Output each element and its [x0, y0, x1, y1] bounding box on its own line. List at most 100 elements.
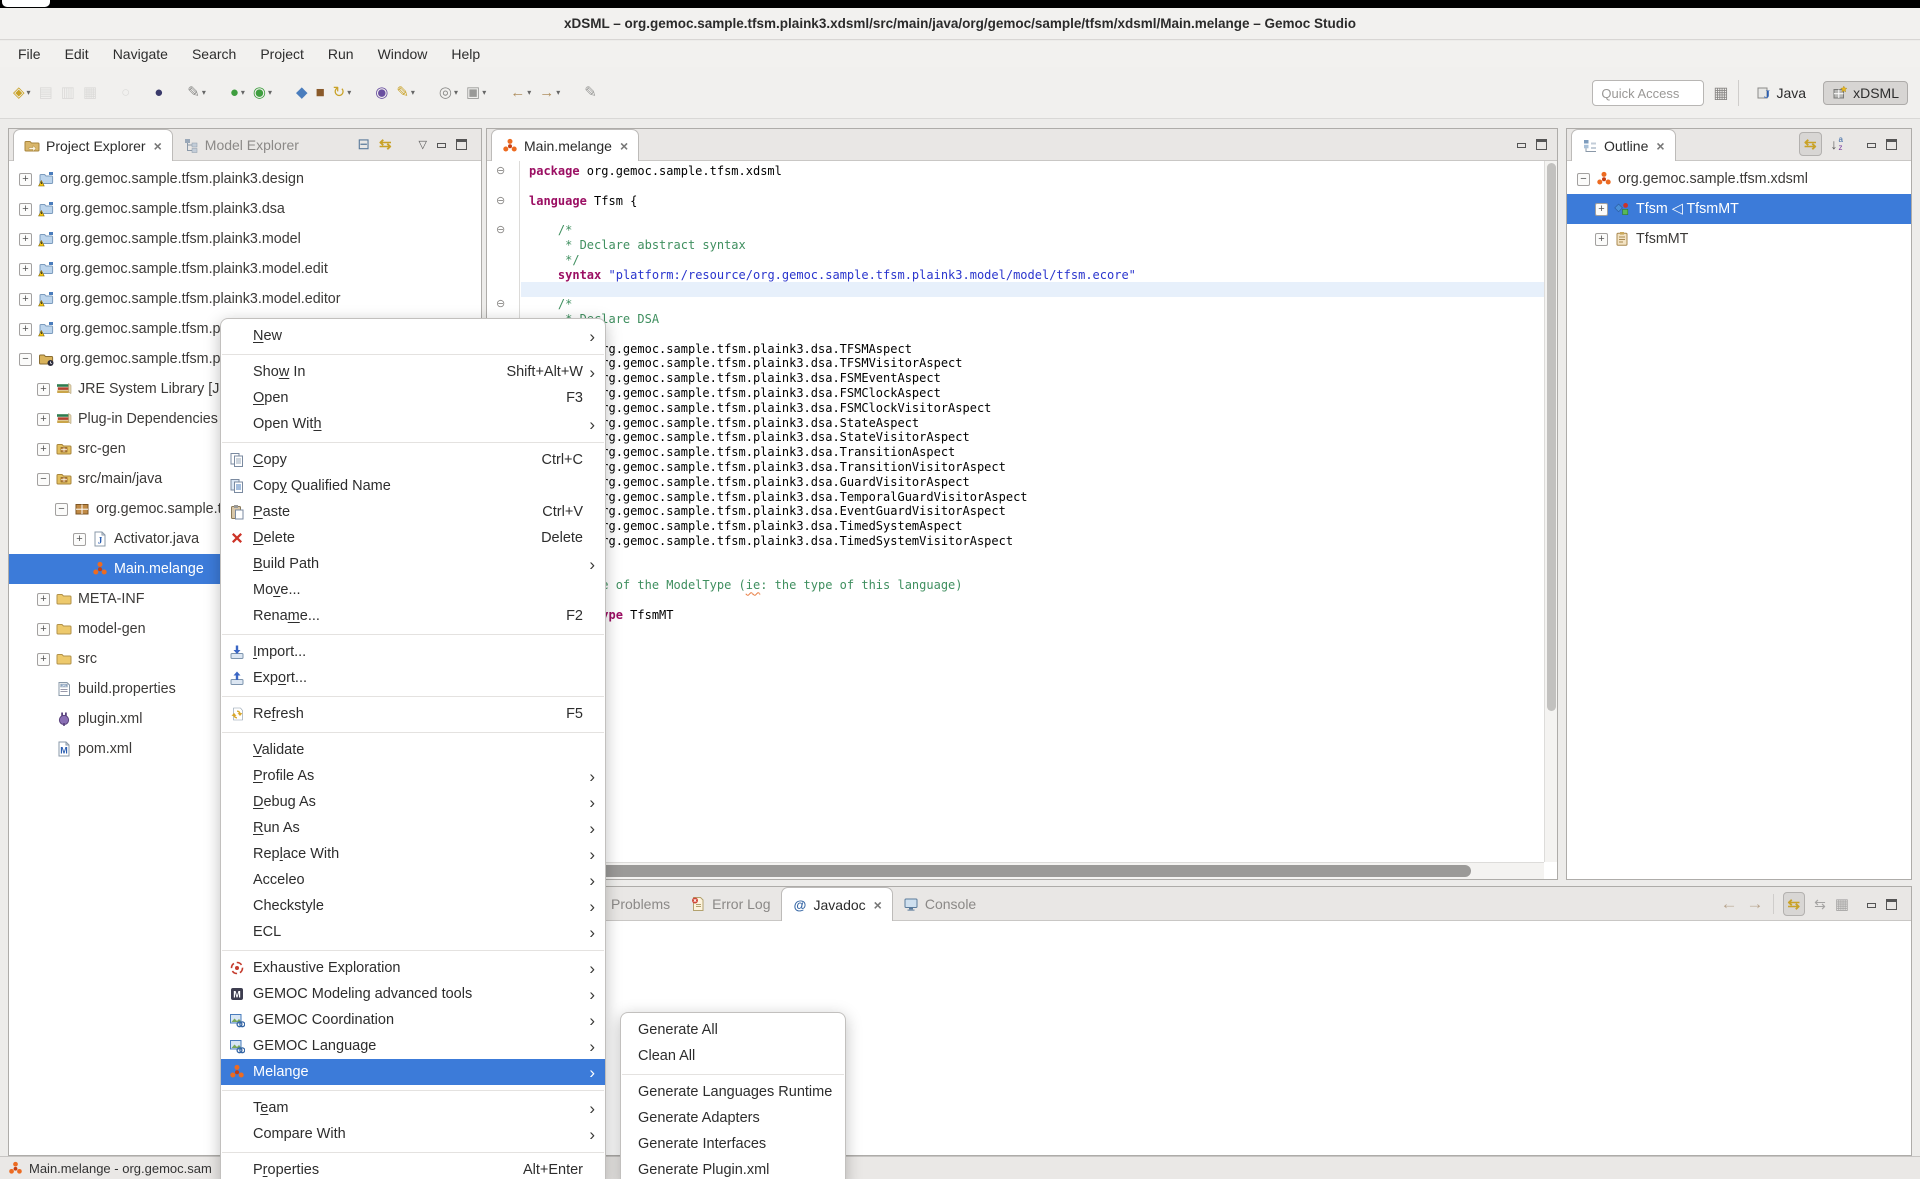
toolbar-save-all-button[interactable]: ▥ — [58, 80, 78, 106]
menu-item-generate-plugin-xml[interactable]: Generate Plugin.xml — [621, 1157, 845, 1179]
quick-access-input[interactable] — [1592, 80, 1704, 106]
expand-icon[interactable]: + — [37, 593, 50, 606]
toolbar-run-external-button[interactable]: ◉▾ — [250, 80, 275, 106]
minimize-icon[interactable] — [1866, 139, 1877, 150]
back-icon[interactable]: ← — [1721, 894, 1738, 914]
perspective-xdsml-button[interactable]: xDSML — [1823, 81, 1908, 105]
code-line[interactable] — [521, 208, 1544, 223]
code-line[interactable]: exactType TfsmMT — [521, 608, 1544, 623]
dropdown-caret-icon[interactable]: ▾ — [268, 88, 272, 97]
code-line[interactable]: with org.gemoc.sample.tfsm.plaink3.dsa.G… — [521, 475, 1544, 490]
maximize-icon[interactable] — [1536, 139, 1547, 150]
toolbar-gemoc-animator-button[interactable]: ◆ — [293, 80, 311, 106]
menu-item-new[interactable]: New› — [221, 323, 605, 349]
fold-collapse-icon[interactable]: ⊖ — [496, 299, 510, 310]
menu-item-open-with[interactable]: Open With› — [221, 411, 605, 437]
dropdown-caret-icon[interactable]: ▾ — [556, 88, 560, 97]
code-line[interactable]: with org.gemoc.sample.tfsm.plaink3.dsa.F… — [521, 401, 1544, 416]
code-line[interactable]: /* — [521, 564, 1544, 579]
fold-collapse-icon[interactable]: ⊖ — [496, 196, 510, 207]
code-line[interactable]: * Declare abstract syntax — [521, 238, 1544, 253]
code-line[interactable]: with org.gemoc.sample.tfsm.plaink3.dsa.T… — [521, 490, 1544, 505]
tab-outline[interactable]: Outline × — [1571, 129, 1676, 161]
vertical-scrollbar[interactable] — [1544, 161, 1557, 862]
menu-item-import[interactable]: Import... — [221, 639, 605, 665]
code-line[interactable] — [521, 623, 1544, 638]
expand-icon[interactable]: + — [37, 653, 50, 666]
menu-item-delete[interactable]: DeleteDelete — [221, 525, 605, 551]
menu-item-export[interactable]: Export... — [221, 665, 605, 691]
toolbar-print-button[interactable]: ▦ — [80, 80, 100, 106]
menu-item-rename[interactable]: Rename...F2 — [221, 603, 605, 629]
perspective-java-button[interactable]: J Java — [1748, 82, 1815, 104]
menu-item-gemoc-modeling-advanced-tools[interactable]: MGEMOC Modeling advanced tools› — [221, 981, 605, 1007]
code-line[interactable] — [521, 282, 1544, 297]
tab-project-explorer[interactable]: Project Explorer × — [13, 129, 173, 161]
tab-console[interactable]: Console — [893, 887, 986, 920]
tab-javadoc[interactable]: @Javadoc× — [781, 887, 893, 921]
expand-icon[interactable]: + — [1595, 203, 1608, 216]
menu-item-acceleo[interactable]: Acceleo› — [221, 867, 605, 893]
maximize-icon[interactable] — [456, 139, 467, 150]
expand-icon[interactable]: + — [73, 533, 86, 546]
tree-item-org-gemoc-sample-tfsm-plaink3-dsa[interactable]: +org.gemoc.sample.tfsm.plaink3.dsa — [9, 194, 481, 224]
expand-icon[interactable]: + — [19, 233, 32, 246]
code-line[interactable]: with org.gemoc.sample.tfsm.plaink3.dsa.T… — [521, 519, 1544, 534]
expand-icon[interactable]: + — [1595, 233, 1608, 246]
tree-item-tfsmmt[interactable]: +TfsmMT — [1567, 224, 1911, 254]
menu-item-build-path[interactable]: Build Path› — [221, 551, 605, 577]
menubar-file[interactable]: File — [6, 43, 53, 65]
scrollbar-thumb[interactable] — [489, 865, 1471, 877]
scrollbar-thumb[interactable] — [1547, 163, 1556, 711]
toolbar-external-tools-button[interactable]: ○ — [118, 80, 133, 106]
minimize-icon[interactable] — [436, 139, 447, 150]
dropdown-caret-icon[interactable]: ▾ — [454, 88, 458, 97]
toolbar-table-button[interactable]: ▣▾ — [463, 80, 489, 106]
collapse-all-icon[interactable]: ⊟ — [357, 135, 370, 153]
expand-icon[interactable]: + — [19, 173, 32, 186]
expand-icon[interactable]: + — [19, 203, 32, 216]
menu-item-generate-adapters[interactable]: Generate Adapters — [621, 1105, 845, 1131]
code-line[interactable]: syntax "platform:/resource/org.gemoc.sam… — [521, 268, 1544, 283]
collapse-icon[interactable]: − — [37, 473, 50, 486]
editor-body[interactable]: ⊖⊖⊖⊖ package org.gemoc.sample.tfsm.xdsml… — [487, 161, 1557, 879]
menubar-navigate[interactable]: Navigate — [101, 43, 180, 65]
code-line[interactable]: with org.gemoc.sample.tfsm.plaink3.dsa.T… — [521, 356, 1544, 371]
dropdown-caret-icon[interactable]: ▾ — [202, 88, 206, 97]
toolbar-java-browsing-button[interactable]: ● — [151, 80, 166, 106]
collapse-icon[interactable]: − — [19, 353, 32, 366]
code-line[interactable]: } — [521, 638, 1544, 653]
dropdown-caret-icon[interactable]: ▾ — [347, 88, 351, 97]
close-icon[interactable]: × — [1656, 138, 1664, 154]
expand-icon[interactable]: + — [37, 623, 50, 636]
link-with-editor-icon[interactable]: ⇆ — [379, 135, 392, 153]
code-line[interactable]: */ — [521, 253, 1544, 268]
open-attached-icon[interactable]: ⇆ — [1814, 896, 1826, 913]
toolbar-sphere-button[interactable]: ◉ — [372, 80, 391, 106]
tab-error-log[interactable]: Error Log — [680, 887, 780, 920]
menu-item-move[interactable]: Move... — [221, 577, 605, 603]
menu-item-copy-qualified-name[interactable]: Copy Qualified Name — [221, 473, 605, 499]
code-area[interactable]: package org.gemoc.sample.tfsm.xdsml lang… — [521, 161, 1544, 862]
expand-icon[interactable]: + — [37, 413, 50, 426]
forward-icon[interactable]: → — [1747, 894, 1764, 914]
code-line[interactable]: language Tfsm { — [521, 194, 1544, 209]
tab-model-explorer[interactable]: Model Explorer — [173, 129, 309, 160]
dropdown-caret-icon[interactable]: ▾ — [27, 88, 31, 97]
expand-icon[interactable]: + — [19, 323, 32, 336]
collapse-icon[interactable]: − — [1577, 173, 1590, 186]
menu-item-show-in[interactable]: Show InShift+Alt+W› — [221, 359, 605, 385]
expand-icon[interactable]: + — [37, 383, 50, 396]
code-line[interactable]: with org.gemoc.sample.tfsm.plaink3.dsa.F… — [521, 371, 1544, 386]
tree-item-org-gemoc-sample-tfsm-plaink3-model-editor[interactable]: +org.gemoc.sample.tfsm.plaink3.model.edi… — [9, 284, 481, 314]
dropdown-caret-icon[interactable]: ▾ — [411, 88, 415, 97]
expand-icon[interactable]: + — [19, 263, 32, 276]
code-line[interactable] — [521, 179, 1544, 194]
code-line[interactable]: with org.gemoc.sample.tfsm.plaink3.dsa.T… — [521, 534, 1544, 549]
code-line[interactable]: with org.gemoc.sample.tfsm.plaink3.dsa.T… — [521, 460, 1544, 475]
code-line[interactable] — [521, 549, 1544, 564]
sort-alphabetically-icon[interactable]: ↓az — [1831, 136, 1843, 152]
code-line[interactable]: package org.gemoc.sample.tfsm.xdsml — [521, 164, 1544, 179]
link-with-editor-icon[interactable]: ⇆ — [1799, 132, 1822, 156]
dropdown-caret-icon[interactable]: ▾ — [527, 88, 531, 97]
